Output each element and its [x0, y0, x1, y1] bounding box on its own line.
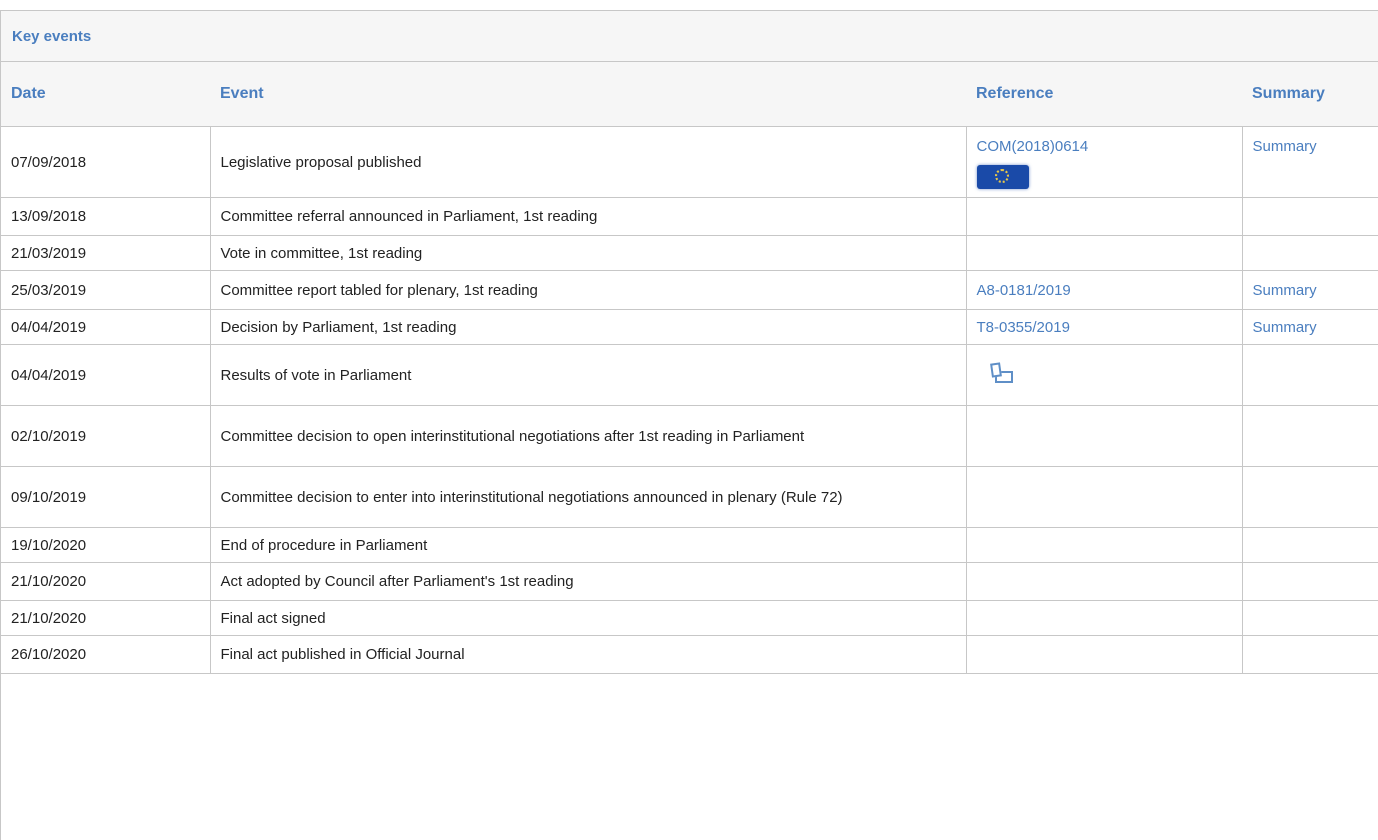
summary-link[interactable]: Summary: [1253, 282, 1317, 299]
reference-link[interactable]: A8-0181/2019: [977, 282, 1071, 299]
row-summary: [1242, 635, 1378, 674]
row-event: Committee report tabled for plenary, 1st…: [210, 270, 967, 310]
table-row: 21/03/2019 Vote in committee, 1st readin…: [1, 235, 1378, 271]
row-event: Legislative proposal published: [210, 126, 967, 198]
column-header-summary: Summary: [1242, 62, 1378, 127]
row-date: 26/10/2020: [1, 635, 211, 674]
row-date: 04/04/2019: [1, 344, 211, 406]
row-summary: Summary: [1242, 309, 1378, 345]
row-summary: [1242, 527, 1378, 563]
row-summary: [1242, 344, 1378, 406]
table-row: 07/09/2018 Legislative proposal publishe…: [1, 126, 1378, 198]
row-reference: [966, 600, 1243, 636]
column-header-date: Date: [1, 62, 210, 127]
row-event: Act adopted by Council after Parliament'…: [210, 562, 967, 601]
row-date: 09/10/2019: [1, 466, 211, 528]
eu-flag-icon[interactable]: [976, 165, 1029, 189]
row-summary: Summary: [1242, 270, 1378, 310]
row-event: Results of vote in Parliament: [210, 344, 967, 406]
row-event: Final act published in Official Journal: [210, 635, 967, 674]
row-date: 21/10/2020: [1, 600, 211, 636]
table-row: 09/10/2019 Committee decision to enter i…: [1, 466, 1378, 528]
row-summary: [1242, 600, 1378, 636]
row-summary: [1242, 235, 1378, 271]
row-reference: T8-0355/2019: [966, 309, 1243, 345]
row-date: 21/10/2020: [1, 562, 211, 601]
table-row: 02/10/2019 Committee decision to open in…: [1, 405, 1378, 467]
row-reference: [966, 466, 1243, 528]
table-row: 21/10/2020 Act adopted by Council after …: [1, 562, 1378, 601]
row-event: Decision by Parliament, 1st reading: [210, 309, 967, 345]
row-date: 02/10/2019: [1, 405, 211, 467]
column-header-event: Event: [210, 62, 966, 127]
row-event: Vote in committee, 1st reading: [210, 235, 967, 271]
row-summary: Summary: [1242, 126, 1378, 198]
row-event: Committee referral announced in Parliame…: [210, 197, 967, 236]
summary-link[interactable]: Summary: [1253, 319, 1317, 336]
table-header-row: Date Event Reference Summary: [1, 62, 1378, 127]
row-reference: [966, 405, 1243, 467]
row-summary: [1242, 405, 1378, 467]
summary-link[interactable]: Summary: [1253, 138, 1317, 155]
row-reference: COM(2018)0614: [966, 126, 1243, 198]
key-events-panel: Key events Date Event Reference Summary …: [0, 10, 1378, 840]
reference-link[interactable]: COM(2018)0614: [977, 137, 1232, 156]
row-reference: [966, 197, 1243, 236]
table-row: 04/04/2019 Results of vote in Parliament: [1, 344, 1378, 406]
row-reference: [966, 235, 1243, 271]
row-event: Final act signed: [210, 600, 967, 636]
row-reference: [966, 344, 1243, 406]
reference-link[interactable]: T8-0355/2019: [977, 319, 1070, 336]
vote-results-icon[interactable]: [987, 361, 1017, 385]
column-header-reference: Reference: [966, 62, 1242, 127]
row-date: 07/09/2018: [1, 126, 211, 198]
row-date: 13/09/2018: [1, 197, 211, 236]
table-row: 04/04/2019 Decision by Parliament, 1st r…: [1, 309, 1378, 345]
table-row: 19/10/2020 End of procedure in Parliamen…: [1, 527, 1378, 563]
row-date: 04/04/2019: [1, 309, 211, 345]
key-events-header: Key events: [1, 11, 1378, 62]
row-event: Committee decision to enter into interin…: [210, 466, 967, 528]
row-summary: [1242, 562, 1378, 601]
row-summary: [1242, 197, 1378, 236]
table-row: 13/09/2018 Committee referral announced …: [1, 197, 1378, 236]
row-date: 21/03/2019: [1, 235, 211, 271]
table-row: 25/03/2019 Committee report tabled for p…: [1, 270, 1378, 310]
row-event: Committee decision to open interinstitut…: [210, 405, 967, 467]
table-row: 21/10/2020 Final act signed: [1, 600, 1378, 636]
row-date: 19/10/2020: [1, 527, 211, 563]
key-events-table: Date Event Reference Summary 07/09/2018 …: [1, 62, 1378, 674]
table-row: 26/10/2020 Final act published in Offici…: [1, 635, 1378, 674]
row-event: End of procedure in Parliament: [210, 527, 967, 563]
row-reference: [966, 562, 1243, 601]
row-reference: A8-0181/2019: [966, 270, 1243, 310]
row-reference: [966, 527, 1243, 563]
row-reference: [966, 635, 1243, 674]
row-date: 25/03/2019: [1, 270, 211, 310]
section-title: Key events: [12, 27, 92, 45]
row-summary: [1242, 466, 1378, 528]
